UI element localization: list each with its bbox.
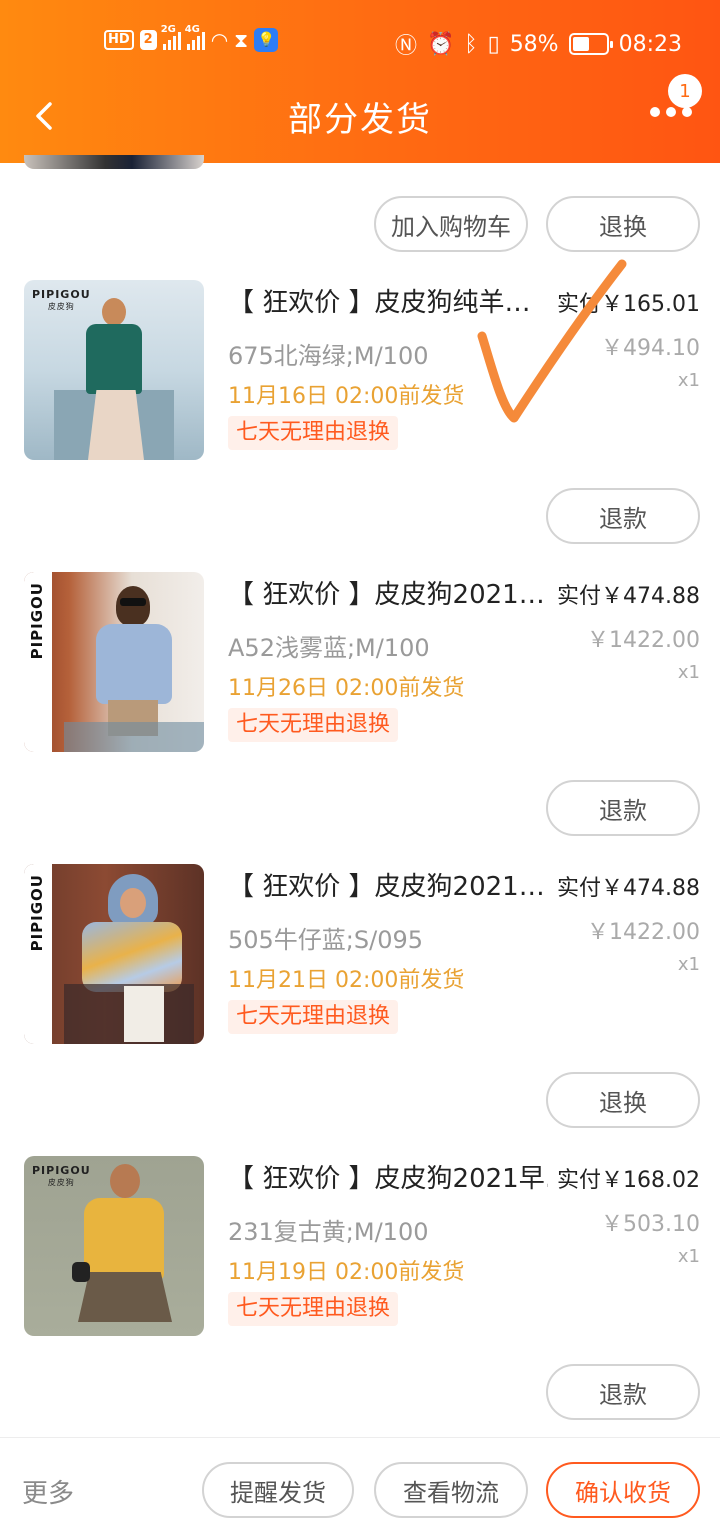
paid-value: ￥168.02 xyxy=(601,1168,700,1193)
product-title[interactable]: 【 狂欢价 】皮皮狗2021… xyxy=(228,866,548,903)
add-to-cart-button[interactable]: 加入购物车 xyxy=(374,196,528,252)
remind-ship-button[interactable]: 提醒发货 xyxy=(202,1462,354,1518)
status-bar: HD 2 2G 4G ◠ ⧗ 💡 Ⓝ ⏰ ᛒ ▯ 58% 08:23 xyxy=(0,24,720,64)
refund-button[interactable]: 退款 xyxy=(546,780,700,836)
paid-label: 实付 xyxy=(557,292,602,317)
ship-deadline: 11月21日 02:00前发货 xyxy=(228,968,465,993)
refund-button[interactable]: 退款 xyxy=(546,1364,700,1420)
confirm-receipt-button[interactable]: 确认收货 xyxy=(546,1462,700,1518)
original-price: ￥1422.00 xyxy=(587,920,700,945)
paid-value: ￥474.88 xyxy=(601,876,700,901)
previous-item-thumbnail xyxy=(24,155,204,169)
brand-logo: PIPIGOU 皮皮狗 xyxy=(32,1164,91,1188)
paid-amount: 实付￥474.88 xyxy=(557,578,700,610)
return-policy-tag: 七天无理由退换 xyxy=(228,1000,399,1034)
original-price: ￥503.10 xyxy=(601,1212,700,1237)
quantity: x1 xyxy=(677,954,700,975)
paid-label: 实付 xyxy=(557,876,602,901)
paid-label: 实付 xyxy=(557,584,602,609)
paid-value: ￥165.01 xyxy=(601,292,700,317)
message-badge: 1 xyxy=(668,74,702,108)
brand-logo-cn: 皮皮狗 xyxy=(47,1178,75,1187)
signal-label-4g: 4G xyxy=(184,24,200,35)
clock: 08:23 xyxy=(618,31,682,57)
paid-amount: 实付￥165.01 xyxy=(557,286,700,318)
page-title: 部分发货 xyxy=(288,100,432,140)
vibrate-icon: ▯ xyxy=(487,31,500,57)
paid-amount: 实付￥168.02 xyxy=(557,1162,700,1194)
hourglass-icon: ⧗ xyxy=(234,28,249,52)
paid-amount: 实付￥474.88 xyxy=(557,870,700,902)
more-link[interactable]: 更多 xyxy=(22,1473,74,1510)
return-policy-tag: 七天无理由退换 xyxy=(228,708,399,742)
status-left: HD 2 2G 4G ◠ ⧗ 💡 xyxy=(104,24,279,52)
wifi-icon: ◠ xyxy=(210,28,229,52)
paid-label: 实付 xyxy=(557,1168,602,1193)
bottom-action-bar: 更多 提醒发货 查看物流 确认收货 xyxy=(0,1437,720,1540)
brand-logo: PIPIGOU 皮皮狗 xyxy=(32,288,91,312)
product-image[interactable]: PIPIGOU 皮皮狗 xyxy=(24,1156,204,1336)
view-logistics-button[interactable]: 查看物流 xyxy=(374,1462,528,1518)
product-spec: A52浅雾蓝;M/100 xyxy=(228,634,430,662)
brand-logo-text: PIPIGOU xyxy=(28,582,46,660)
paid-value: ￥474.88 xyxy=(601,584,700,609)
refund-button[interactable]: 退款 xyxy=(546,488,700,544)
exchange-button[interactable]: 退换 xyxy=(546,1072,700,1128)
bulb-icon: 💡 xyxy=(254,28,279,52)
product-image[interactable]: PIPIGOU xyxy=(24,864,204,1044)
signal-icon: 2G xyxy=(161,24,181,50)
original-price: ￥494.10 xyxy=(601,336,700,361)
product-spec: 231复古黄;M/100 xyxy=(228,1218,429,1246)
brand-logo: PIPIGOU xyxy=(24,572,52,752)
product-title[interactable]: 【 狂欢价 】皮皮狗纯羊… xyxy=(228,282,548,319)
ship-deadline: 11月19日 02:00前发货 xyxy=(228,1260,465,1285)
order-item[interactable]: PIPIGOU 【 狂欢价 】皮皮狗2021… 505牛仔蓝;S/095 11月… xyxy=(0,864,720,1044)
product-spec: 675北海绿;M/100 xyxy=(228,342,429,370)
brand-logo: PIPIGOU xyxy=(24,864,52,1044)
brand-logo-text: PIPIGOU xyxy=(32,288,91,301)
return-policy-tag: 七天无理由退换 xyxy=(228,1292,399,1326)
bluetooth-icon: ᛒ xyxy=(464,31,478,57)
product-image[interactable]: PIPIGOU xyxy=(24,572,204,752)
product-spec: 505牛仔蓝;S/095 xyxy=(228,926,424,954)
app-header: HD 2 2G 4G ◠ ⧗ 💡 Ⓝ ⏰ ᛒ ▯ 58% 08:23 部分发货 … xyxy=(0,0,720,163)
battery-fill xyxy=(572,37,590,51)
product-image[interactable]: PIPIGOU 皮皮狗 xyxy=(24,280,204,460)
ship-deadline: 11月16日 02:00前发货 xyxy=(228,384,465,409)
hd-indicator: HD xyxy=(104,30,134,50)
order-item[interactable]: PIPIGOU 【 狂欢价 】皮皮狗2021… A52浅雾蓝;M/100 11月… xyxy=(0,572,720,752)
signal-icon-4g: 4G xyxy=(185,24,205,50)
nfc-icon: Ⓝ xyxy=(394,34,417,59)
order-item[interactable]: PIPIGOU 皮皮狗 【 狂欢价 】皮皮狗2021早… 231复古黄;M/100… xyxy=(0,1156,720,1336)
quantity: x1 xyxy=(677,370,700,391)
original-price: ￥1422.00 xyxy=(587,628,700,653)
ship-deadline: 11月26日 02:00前发货 xyxy=(228,676,465,701)
exchange-button[interactable]: 退换 xyxy=(546,196,700,252)
battery-percent: 58% xyxy=(509,31,559,57)
brand-logo-text: PIPIGOU xyxy=(28,874,46,952)
brand-logo-cn: 皮皮狗 xyxy=(47,302,75,311)
order-item[interactable]: PIPIGOU 皮皮狗 【 狂欢价 】皮皮狗纯羊… 675北海绿;M/100 11… xyxy=(0,280,720,460)
quantity: x1 xyxy=(677,662,700,683)
product-title[interactable]: 【 狂欢价 】皮皮狗2021早… xyxy=(228,1158,548,1195)
battery-icon xyxy=(568,33,613,55)
signal-label-2g: 2G xyxy=(160,24,176,35)
status-right: Ⓝ ⏰ ᛒ ▯ 58% 08:23 xyxy=(395,28,682,60)
return-policy-tag: 七天无理由退换 xyxy=(228,416,399,450)
alarm-icon: ⏰ xyxy=(426,31,455,57)
brand-logo-text: PIPIGOU xyxy=(32,1164,91,1177)
quantity: x1 xyxy=(677,1246,700,1267)
product-title[interactable]: 【 狂欢价 】皮皮狗2021… xyxy=(228,574,548,611)
sim-indicator: 2 xyxy=(139,30,157,50)
